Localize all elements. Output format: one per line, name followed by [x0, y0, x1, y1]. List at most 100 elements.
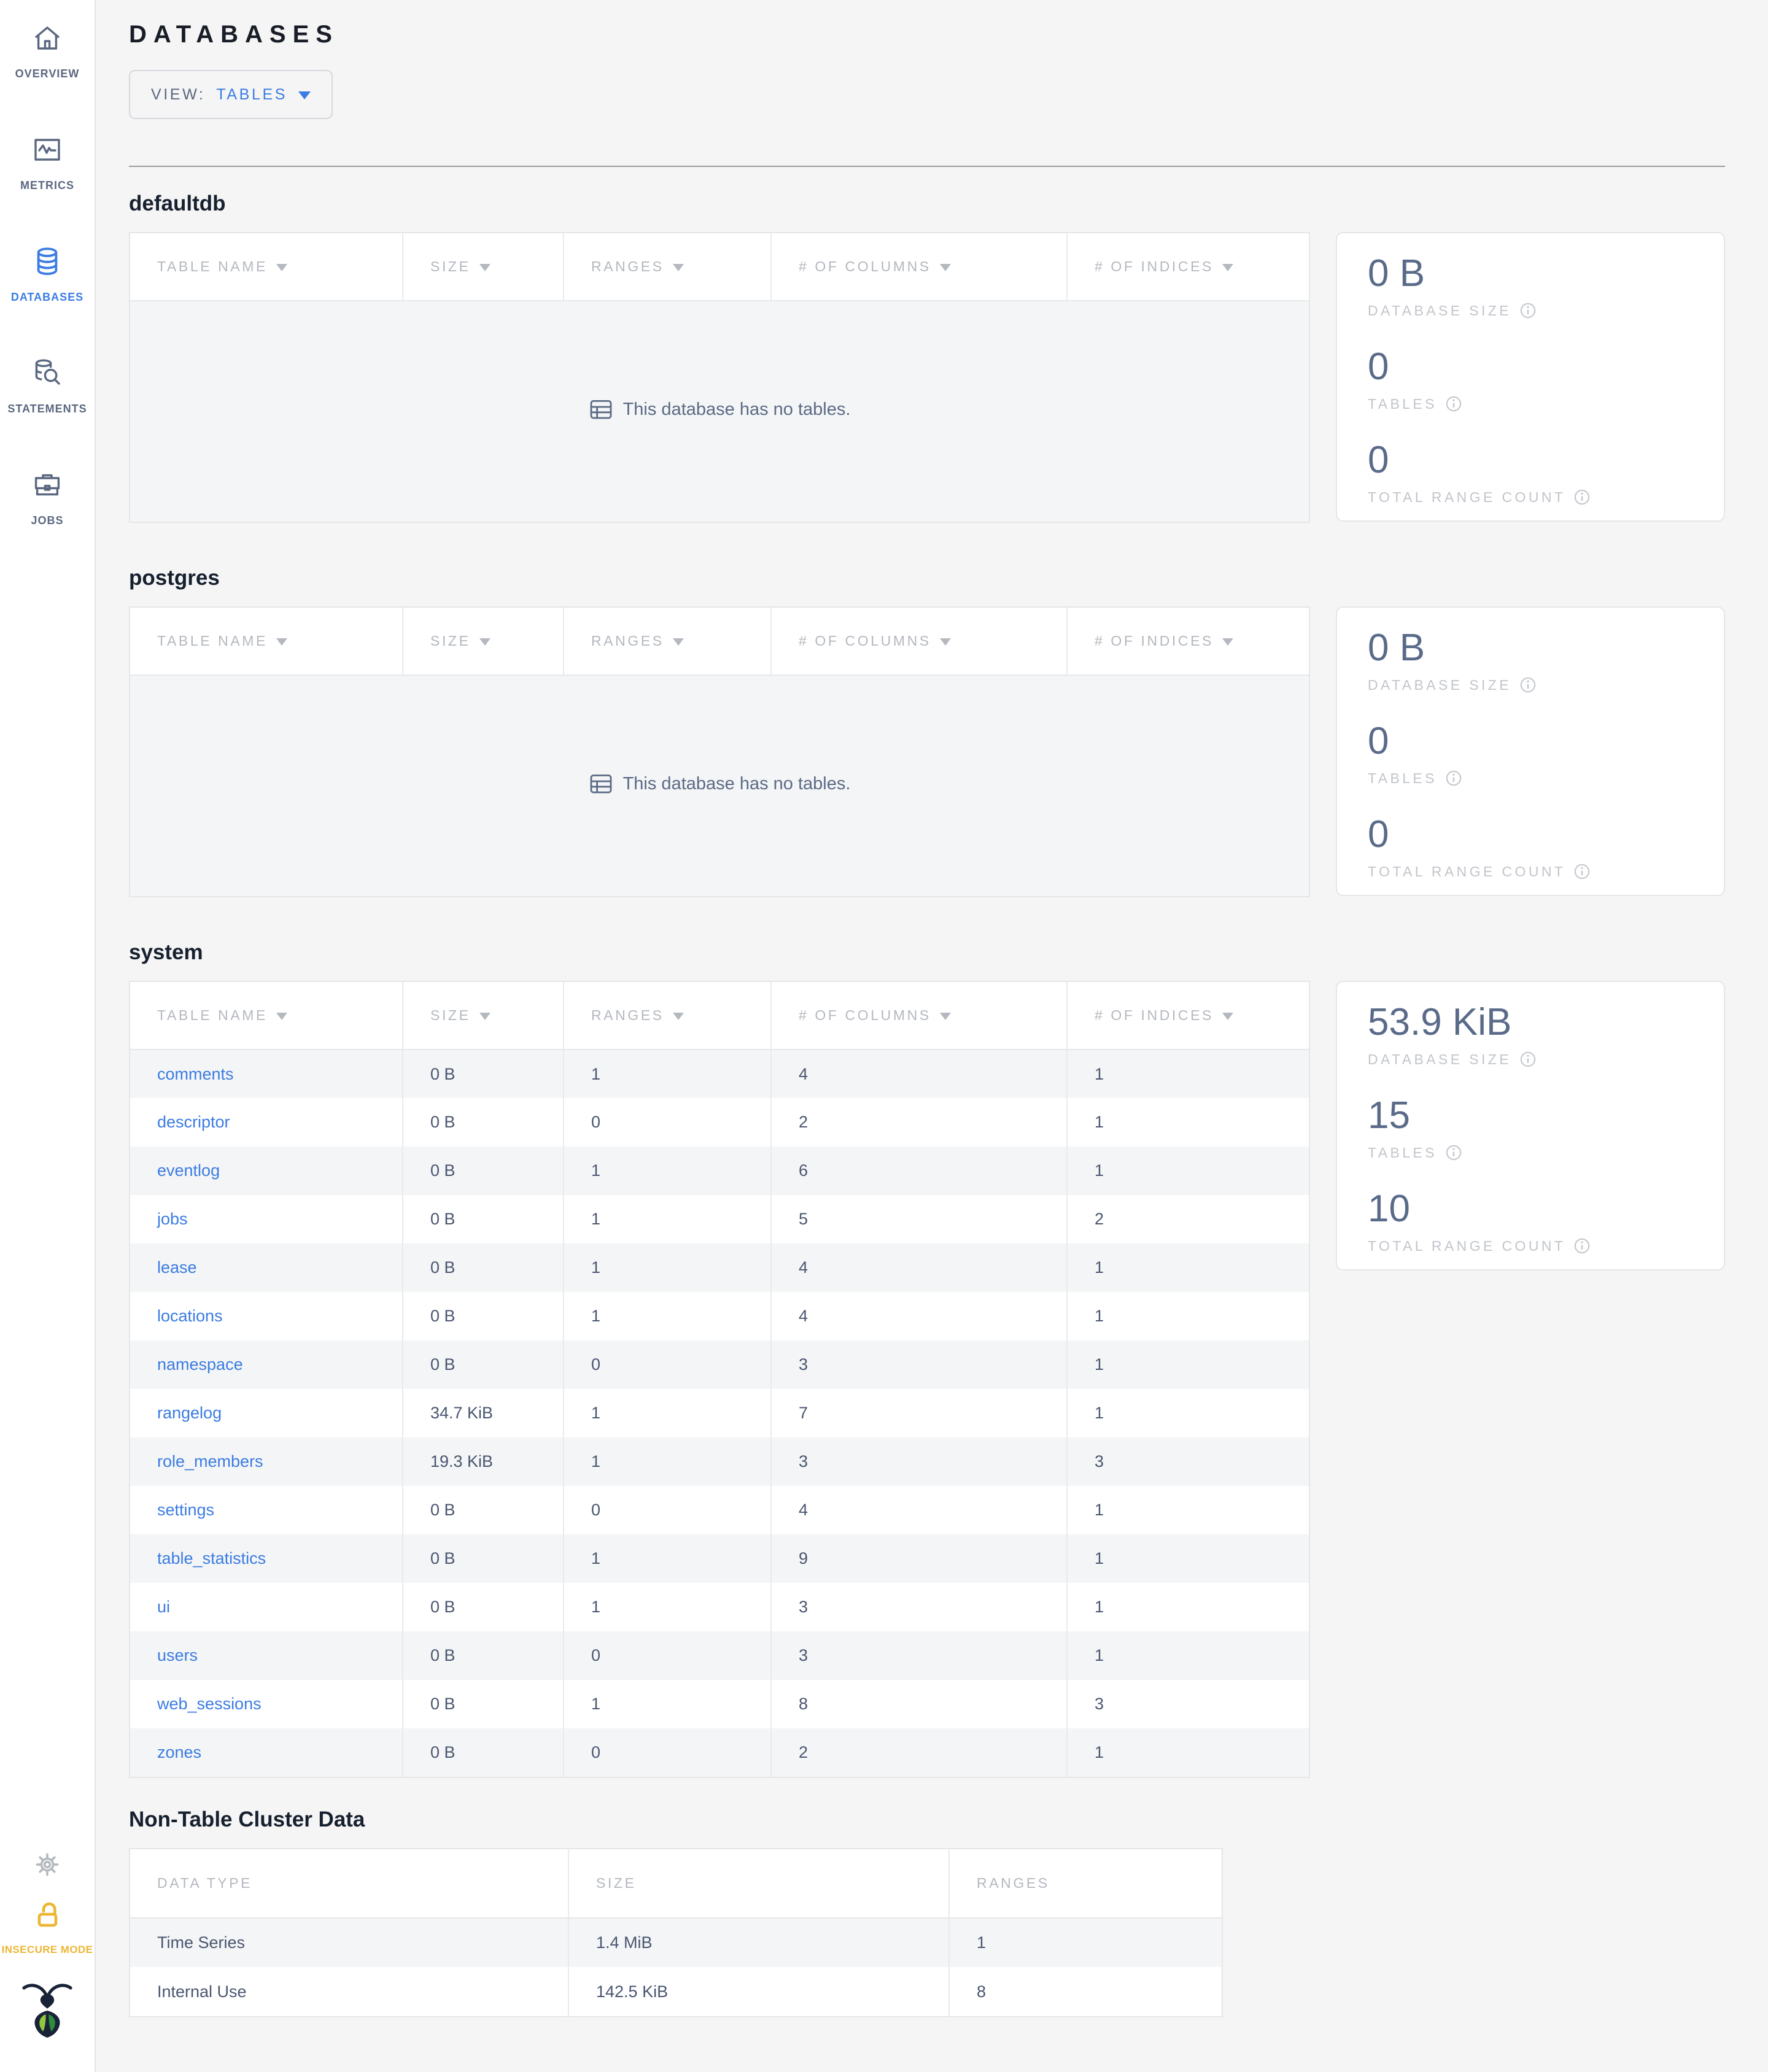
stat-value: 53.9 KiB: [1368, 1001, 1512, 1043]
table-name-link[interactable]: table_statistics: [157, 1549, 266, 1568]
cell-table-name: rangelog: [130, 1389, 403, 1437]
table-name-link[interactable]: eventlog: [157, 1161, 220, 1180]
non-table-row: Time Series 1.4 MiB 1: [130, 1918, 1222, 1967]
cell-ranges: 1: [563, 1437, 771, 1486]
table-name-link[interactable]: ui: [157, 1598, 170, 1616]
column-header-table-name[interactable]: TABLE NAME: [130, 982, 403, 1050]
sort-caret-icon: [672, 1012, 684, 1020]
table-name-link[interactable]: rangelog: [157, 1404, 222, 1422]
stat-value: 0: [1368, 720, 1389, 762]
column-header-size[interactable]: SIZE: [402, 982, 564, 1050]
cell-size: 0 B: [402, 1534, 564, 1583]
stat-label: TABLES: [1368, 1145, 1437, 1161]
stat-ranges: 10 TOTAL RANGE COUNT: [1368, 1187, 1693, 1254]
column-header--of-indices[interactable]: # OF INDICES: [1066, 233, 1309, 301]
sort-caret-icon: [276, 638, 287, 646]
stat-value: 15: [1368, 1094, 1410, 1137]
column-header-table-name[interactable]: TABLE NAME: [130, 608, 403, 676]
info-icon[interactable]: [1446, 1145, 1462, 1161]
sort-caret-icon: [1222, 1012, 1234, 1020]
info-icon[interactable]: [1574, 489, 1590, 505]
cell-indices: 1: [1066, 1243, 1309, 1292]
database-name-heading: postgres: [129, 566, 220, 590]
column-header-ranges[interactable]: RANGES: [563, 982, 771, 1050]
info-icon[interactable]: [1446, 770, 1462, 786]
column-header-size[interactable]: SIZE: [402, 233, 564, 301]
info-icon[interactable]: [1520, 677, 1536, 693]
insecure-mode[interactable]: INSECURE MODE: [2, 1898, 93, 1955]
cell-columns: 4: [770, 1292, 1067, 1340]
sidebar-item-label: STATEMENTS: [7, 403, 87, 415]
column-header-table-name[interactable]: TABLE NAME: [130, 233, 403, 301]
column-header--of-columns[interactable]: # OF COLUMNS: [770, 233, 1067, 301]
column-header-ranges[interactable]: RANGES: [563, 608, 771, 676]
info-icon[interactable]: [1574, 864, 1590, 879]
cell-indices: 2: [1066, 1195, 1309, 1243]
column-header--of-columns[interactable]: # OF COLUMNS: [770, 608, 1067, 676]
table-name-link[interactable]: comments: [157, 1065, 234, 1083]
cell-data-type: Internal Use: [130, 1967, 568, 2016]
stat-label: TABLES: [1368, 396, 1437, 412]
column-header-size[interactable]: SIZE: [402, 608, 564, 676]
stat-label: DATABASE SIZE: [1368, 677, 1512, 693]
info-icon[interactable]: [1574, 1238, 1590, 1254]
sidebar-item-statements[interactable]: STATEMENTS: [7, 357, 87, 415]
view-dropdown-value: TABLES: [216, 85, 287, 103]
table-name-link[interactable]: web_sessions: [157, 1695, 262, 1713]
info-icon[interactable]: [1446, 396, 1462, 412]
table-name-link[interactable]: lease: [157, 1258, 197, 1277]
column-header--of-indices[interactable]: # OF INDICES: [1066, 608, 1309, 676]
info-icon[interactable]: [1520, 1051, 1536, 1067]
table-icon: [590, 400, 611, 419]
sort-caret-icon: [479, 263, 490, 271]
sidebar-item-databases[interactable]: DATABASES: [11, 245, 83, 303]
sidebar-item-jobs[interactable]: JOBS: [31, 469, 63, 527]
table-row: jobs 0 B152: [130, 1195, 1309, 1243]
column-header--of-indices[interactable]: # OF INDICES: [1066, 982, 1309, 1050]
database-icon: [31, 245, 63, 282]
table-row: ui 0 B131: [130, 1583, 1309, 1631]
cell-size: 19.3 KiB: [402, 1437, 564, 1486]
page-title: DATABASES: [129, 21, 339, 48]
column-header-ranges[interactable]: RANGES: [563, 233, 771, 301]
settings-button[interactable]: [34, 1851, 61, 1883]
view-dropdown[interactable]: VIEW: TABLES: [129, 70, 333, 119]
cell-ranges: 1: [563, 1680, 771, 1728]
cell-columns: 7: [770, 1389, 1067, 1437]
cell-table-name: namespace: [130, 1340, 403, 1389]
table-name-link[interactable]: descriptor: [157, 1113, 230, 1131]
cell-ranges: 0: [563, 1486, 771, 1534]
stat-value: 0: [1368, 346, 1389, 388]
cell-size: 0 B: [402, 1243, 564, 1292]
stat-size: 0 B DATABASE SIZE: [1368, 626, 1693, 694]
table-row: zones 0 B021: [130, 1728, 1309, 1777]
cell-indices: 1: [1066, 1486, 1309, 1534]
table-row: eventlog 0 B161: [130, 1146, 1309, 1195]
database-stats-card-postgres: 0 B DATABASE SIZE 0 TABLES 0 TOTAL RANGE COUN…: [1336, 606, 1725, 896]
sidebar-item-overview[interactable]: OVERVIEW: [15, 22, 80, 80]
cell-columns: 2: [770, 1728, 1067, 1777]
table-name-link[interactable]: settings: [157, 1501, 214, 1519]
non-table-row: Internal Use 142.5 KiB 8: [130, 1967, 1222, 2016]
cell-size: 0 B: [402, 1195, 564, 1243]
cockroach-logo: [20, 1980, 74, 2043]
stat-size: 53.9 KiB DATABASE SIZE: [1368, 1000, 1693, 1068]
sidebar-item-metrics[interactable]: METRICS: [20, 134, 74, 191]
info-icon[interactable]: [1520, 303, 1536, 319]
cell-columns: 3: [770, 1583, 1067, 1631]
table-name-link[interactable]: zones: [157, 1743, 201, 1761]
empty-message: This database has no tables.: [622, 773, 851, 794]
cell-columns: 6: [770, 1146, 1067, 1195]
table-row: web_sessions 0 B183: [130, 1680, 1309, 1728]
sidebar-item-label: METRICS: [20, 179, 74, 191]
table-name-link[interactable]: jobs: [157, 1210, 188, 1228]
stat-size: 0 B DATABASE SIZE: [1368, 252, 1693, 319]
stat-label: DATABASE SIZE: [1368, 303, 1512, 319]
table-name-link[interactable]: users: [157, 1646, 198, 1664]
divider: [129, 166, 1725, 167]
column-header--of-columns[interactable]: # OF COLUMNS: [770, 982, 1067, 1050]
table-name-link[interactable]: locations: [157, 1307, 223, 1325]
sort-caret-icon: [276, 1012, 287, 1020]
table-name-link[interactable]: role_members: [157, 1452, 263, 1471]
table-name-link[interactable]: namespace: [157, 1355, 243, 1374]
